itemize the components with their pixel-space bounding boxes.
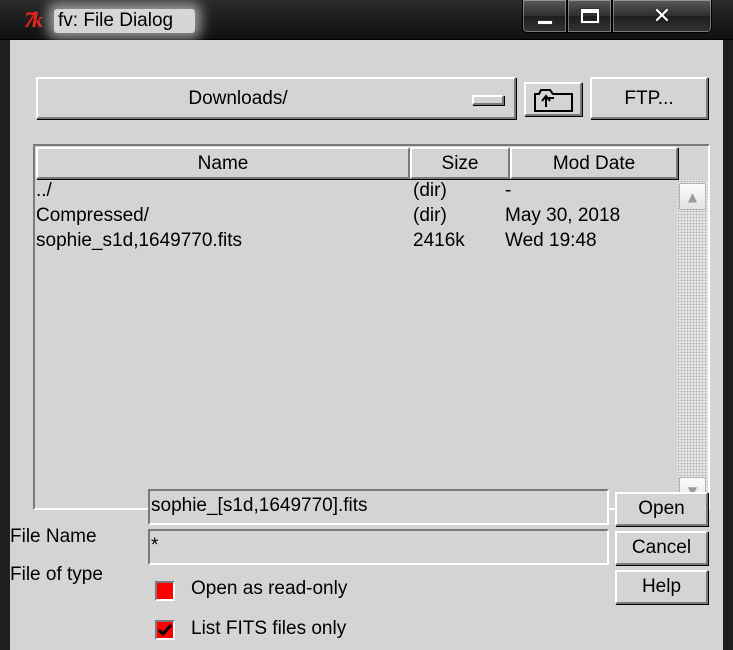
read-only-checkbox[interactable] — [155, 581, 175, 601]
dialog-body: Downloads/ FTP... Name Size Mod Date ../… — [10, 40, 723, 650]
column-header-size-label: Size — [441, 153, 479, 174]
file-size: (dir) — [413, 205, 447, 226]
triangle-up-icon: ▲ — [687, 189, 698, 204]
help-button-label: Help — [641, 576, 682, 597]
open-button-label: Open — [638, 498, 685, 519]
list-fits-label: List FITS files only — [191, 618, 347, 639]
file-name-label: File Name — [10, 526, 97, 547]
cancel-button-label: Cancel — [631, 537, 692, 558]
list-item[interactable]: sophie_s1d,1649770.fits 2416k Wed 19:48 — [35, 230, 675, 256]
file-size: (dir) — [413, 180, 447, 201]
read-only-label: Open as read-only — [191, 578, 348, 599]
file-name: ../ — [36, 180, 52, 201]
column-header-mod-date-label: Mod Date — [552, 153, 636, 174]
file-list[interactable]: Name Size Mod Date ../ (dir) - Compresse… — [33, 144, 710, 510]
list-item[interactable]: Compressed/ (dir) May 30, 2018 — [35, 205, 675, 231]
help-button[interactable]: Help — [615, 570, 708, 604]
list-item[interactable]: ../ (dir) - — [35, 180, 675, 206]
file-name: Compressed/ — [36, 205, 149, 226]
file-type-label: File of type — [10, 564, 103, 585]
open-button[interactable]: Open — [615, 492, 708, 526]
vertical-scrollbar[interactable]: ▲ ▼ — [677, 180, 708, 508]
window-frame-right — [723, 40, 733, 650]
file-type-value: * — [151, 535, 159, 556]
file-name: sophie_s1d,1649770.fits — [36, 230, 242, 251]
title-bar[interactable]: 7k fv: File Dialog ✕ — [0, 0, 733, 40]
file-date: May 30, 2018 — [505, 205, 621, 226]
column-header-size[interactable]: Size — [410, 147, 510, 179]
ftp-button[interactable]: FTP... — [590, 77, 708, 119]
file-name-value: sophie_[s1d,1649770].fits — [151, 495, 368, 516]
directory-menubutton[interactable]: Downloads/ — [36, 77, 516, 119]
file-date: - — [505, 180, 512, 201]
file-type-input[interactable]: * — [148, 529, 609, 565]
menu-indicator-icon — [472, 95, 504, 105]
parent-directory-button[interactable] — [524, 82, 582, 116]
file-name-input[interactable]: sophie_[s1d,1649770].fits — [148, 489, 609, 525]
list-fits-checkbox[interactable] — [155, 620, 175, 640]
cancel-button[interactable]: Cancel — [615, 531, 708, 565]
file-size: 2416k — [413, 230, 465, 251]
window-frame-left — [0, 40, 10, 650]
folder-up-icon — [534, 89, 573, 112]
close-icon: ✕ — [652, 3, 672, 29]
minimize-button[interactable] — [522, 0, 567, 33]
column-header-name[interactable]: Name — [36, 147, 410, 179]
maximize-icon — [579, 8, 600, 24]
column-header-mod-date[interactable]: Mod Date — [510, 147, 678, 179]
current-directory: Downloads/ — [188, 88, 288, 109]
file-date: Wed 19:48 — [505, 230, 597, 251]
column-header-name-label: Name — [197, 153, 249, 174]
ftp-button-label: FTP... — [624, 88, 674, 109]
close-button[interactable]: ✕ — [612, 0, 712, 33]
window-title: fv: File Dialog — [54, 9, 196, 33]
minimize-icon — [536, 19, 553, 25]
scroll-up-button[interactable]: ▲ — [679, 183, 706, 210]
maximize-button[interactable] — [567, 0, 612, 33]
tk-logo-icon: 7k — [24, 7, 43, 32]
checkmark-icon — [158, 624, 172, 637]
